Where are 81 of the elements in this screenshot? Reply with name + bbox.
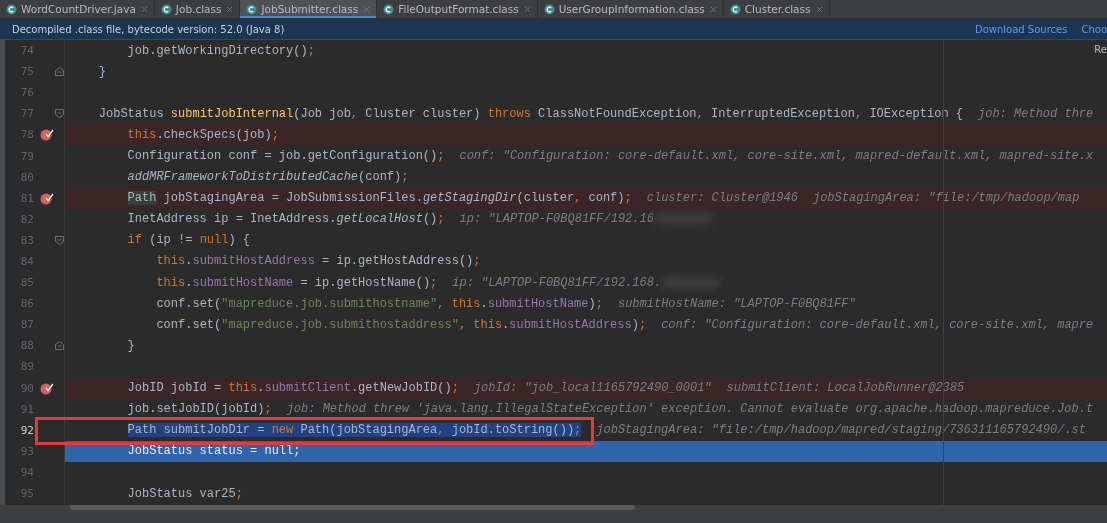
code-line: JobStatus status = null; bbox=[126, 444, 301, 459]
line-number: 92 bbox=[20, 423, 34, 437]
line-number: 84 bbox=[20, 255, 34, 268]
line-number: 78 bbox=[20, 128, 34, 142]
close-icon[interactable] bbox=[139, 4, 149, 14]
code-line: JobStatus submitJobInternal(Job job, Cluster cluster) throws ClassNotFoundException, InterruptedException, IOException { bbox=[97, 106, 963, 121]
code-line: addMRFrameworkToDistributedCache(conf); bbox=[126, 170, 409, 185]
code-line: } bbox=[126, 338, 135, 353]
code-line: this.submitHostName = ip.getHostName(); bbox=[155, 275, 438, 290]
class-file-icon bbox=[729, 3, 741, 15]
code-line: job.getWorkingDirectory(); bbox=[126, 43, 315, 58]
class-file-icon bbox=[6, 3, 17, 15]
breakpoint-icon[interactable] bbox=[40, 191, 54, 205]
notice-link[interactable]: Choo bbox=[1081, 23, 1107, 35]
class-file-icon bbox=[160, 3, 172, 15]
line-number: 95 bbox=[20, 487, 34, 500]
code-line: job.setJobID(jobId); bbox=[126, 402, 272, 417]
class-file-icon bbox=[383, 3, 395, 15]
inline-debug-value: conf: "Configuration: core-default.xml, core-site.xml, mapre bbox=[661, 317, 1094, 332]
fold-icon[interactable] bbox=[55, 235, 64, 245]
inline-debug-value: jobId: "job_local1165792490_0001" bbox=[473, 381, 712, 396]
line-number: 89 bbox=[20, 360, 34, 374]
line-number: 82 bbox=[20, 212, 34, 226]
line-number: 77 bbox=[20, 107, 34, 121]
line-number: 87 bbox=[20, 318, 34, 332]
notice-link[interactable]: Download Sources bbox=[975, 23, 1068, 35]
file-tab[interactable]: Cluster.class bbox=[723, 0, 830, 18]
code-line: if (ip != null) { bbox=[126, 233, 251, 248]
inline-debug-value: conf: "Configuration: core-default.xml, core-site.xml, mapred-default.xml, mapred-site.x bbox=[459, 149, 1094, 163]
code-line: } bbox=[97, 64, 106, 79]
line-number: 74 bbox=[20, 44, 34, 58]
reader-mode-label[interactable]: Re bbox=[1094, 44, 1107, 55]
file-tab[interactable]: UserGroupInformation.class bbox=[537, 0, 724, 18]
file-tab[interactable]: WordCountDriver.java bbox=[0, 0, 155, 18]
code-line: Path jobStagingArea = JobSubmissionFiles.getStagingDir(cluster, conf); bbox=[126, 191, 632, 206]
code-line: JobStatus var25; bbox=[126, 486, 243, 501]
line-number: 93 bbox=[20, 444, 34, 458]
line-number: 80 bbox=[20, 170, 34, 184]
inline-debug-value: jobStagingArea: "file:/tmp/hadoop/mapred/staging/736311165792490/.st bbox=[596, 423, 1086, 438]
file-tab[interactable]: FileOutputFormat.class bbox=[377, 0, 538, 18]
line-number: 76 bbox=[20, 86, 34, 100]
line-number: 75 bbox=[20, 65, 34, 79]
inline-debug-value: submitClient: LocalJobRunner@2385 bbox=[726, 381, 965, 396]
inline-debug-value: ip: "LAPTOP-F0BQ81FF/192.16 bbox=[459, 212, 654, 227]
scrollbar-thumb[interactable] bbox=[70, 505, 635, 510]
fold-icon[interactable] bbox=[55, 341, 64, 351]
line-number: 90 bbox=[20, 381, 34, 395]
close-icon[interactable] bbox=[708, 4, 718, 14]
class-file-icon bbox=[246, 3, 258, 15]
close-icon[interactable] bbox=[225, 4, 235, 14]
fold-icon[interactable] bbox=[55, 67, 64, 77]
inline-debug-value: submitHostName: "LAPTOP-F0BQ81FF" bbox=[617, 296, 856, 311]
code-line: this.submitHostAddress = ip.getHostAddress(); bbox=[155, 254, 481, 269]
inline-debug-value: job: Method threw 'java.lang.IllegalStateException' exception. Cannot evaluate org.apache.hadoop.mapreduce.Job.t bbox=[286, 402, 1094, 417]
line-number: 94 bbox=[20, 465, 34, 479]
fold-icon[interactable] bbox=[55, 109, 64, 119]
line-number: 85 bbox=[20, 276, 34, 290]
close-icon[interactable] bbox=[362, 4, 372, 14]
inline-debug-value: job: Method thre bbox=[978, 106, 1094, 121]
inline-debug-value: ip: "LAPTOP-F0BQ81FF/192.168. bbox=[452, 275, 662, 290]
line-number: 81 bbox=[20, 191, 34, 205]
class-file-icon bbox=[543, 3, 555, 15]
code-line: Configuration conf = job.getConfiguration(); bbox=[126, 149, 445, 163]
close-icon[interactable] bbox=[522, 4, 532, 14]
breakpoint-icon[interactable] bbox=[40, 381, 54, 395]
code-line: this.checkSpecs(job); bbox=[126, 127, 279, 142]
code-line: conf.set("mapreduce.job.submithostaddress", this.submitHostAddress); bbox=[155, 317, 647, 332]
line-number: 83 bbox=[20, 233, 34, 247]
notice-text: Decompiled .class file, bytecode version: 52.0 (Java 8) bbox=[12, 23, 286, 35]
code-line: conf.set("mapreduce.job.submithostname", this.submitHostName); bbox=[155, 296, 603, 311]
inline-debug-value: cluster: Cluster@1946 bbox=[646, 191, 798, 206]
inline-debug-value: jobStagingArea: "file:/tmp/hadoop/map bbox=[812, 191, 1080, 206]
breakpoint-icon[interactable] bbox=[40, 128, 54, 142]
line-number: 91 bbox=[20, 402, 34, 416]
line-number: 88 bbox=[20, 339, 34, 353]
line-number: 79 bbox=[20, 149, 34, 163]
close-icon[interactable] bbox=[814, 4, 824, 14]
code-line: JobID jobId = this.submitClient.getNewJobID(); bbox=[126, 381, 459, 396]
line-number: 86 bbox=[20, 297, 34, 311]
file-tab[interactable]: JobSubmitter.class bbox=[240, 0, 378, 18]
code-line: InetAddress ip = InetAddress.getLocalHost(); bbox=[126, 212, 445, 227]
